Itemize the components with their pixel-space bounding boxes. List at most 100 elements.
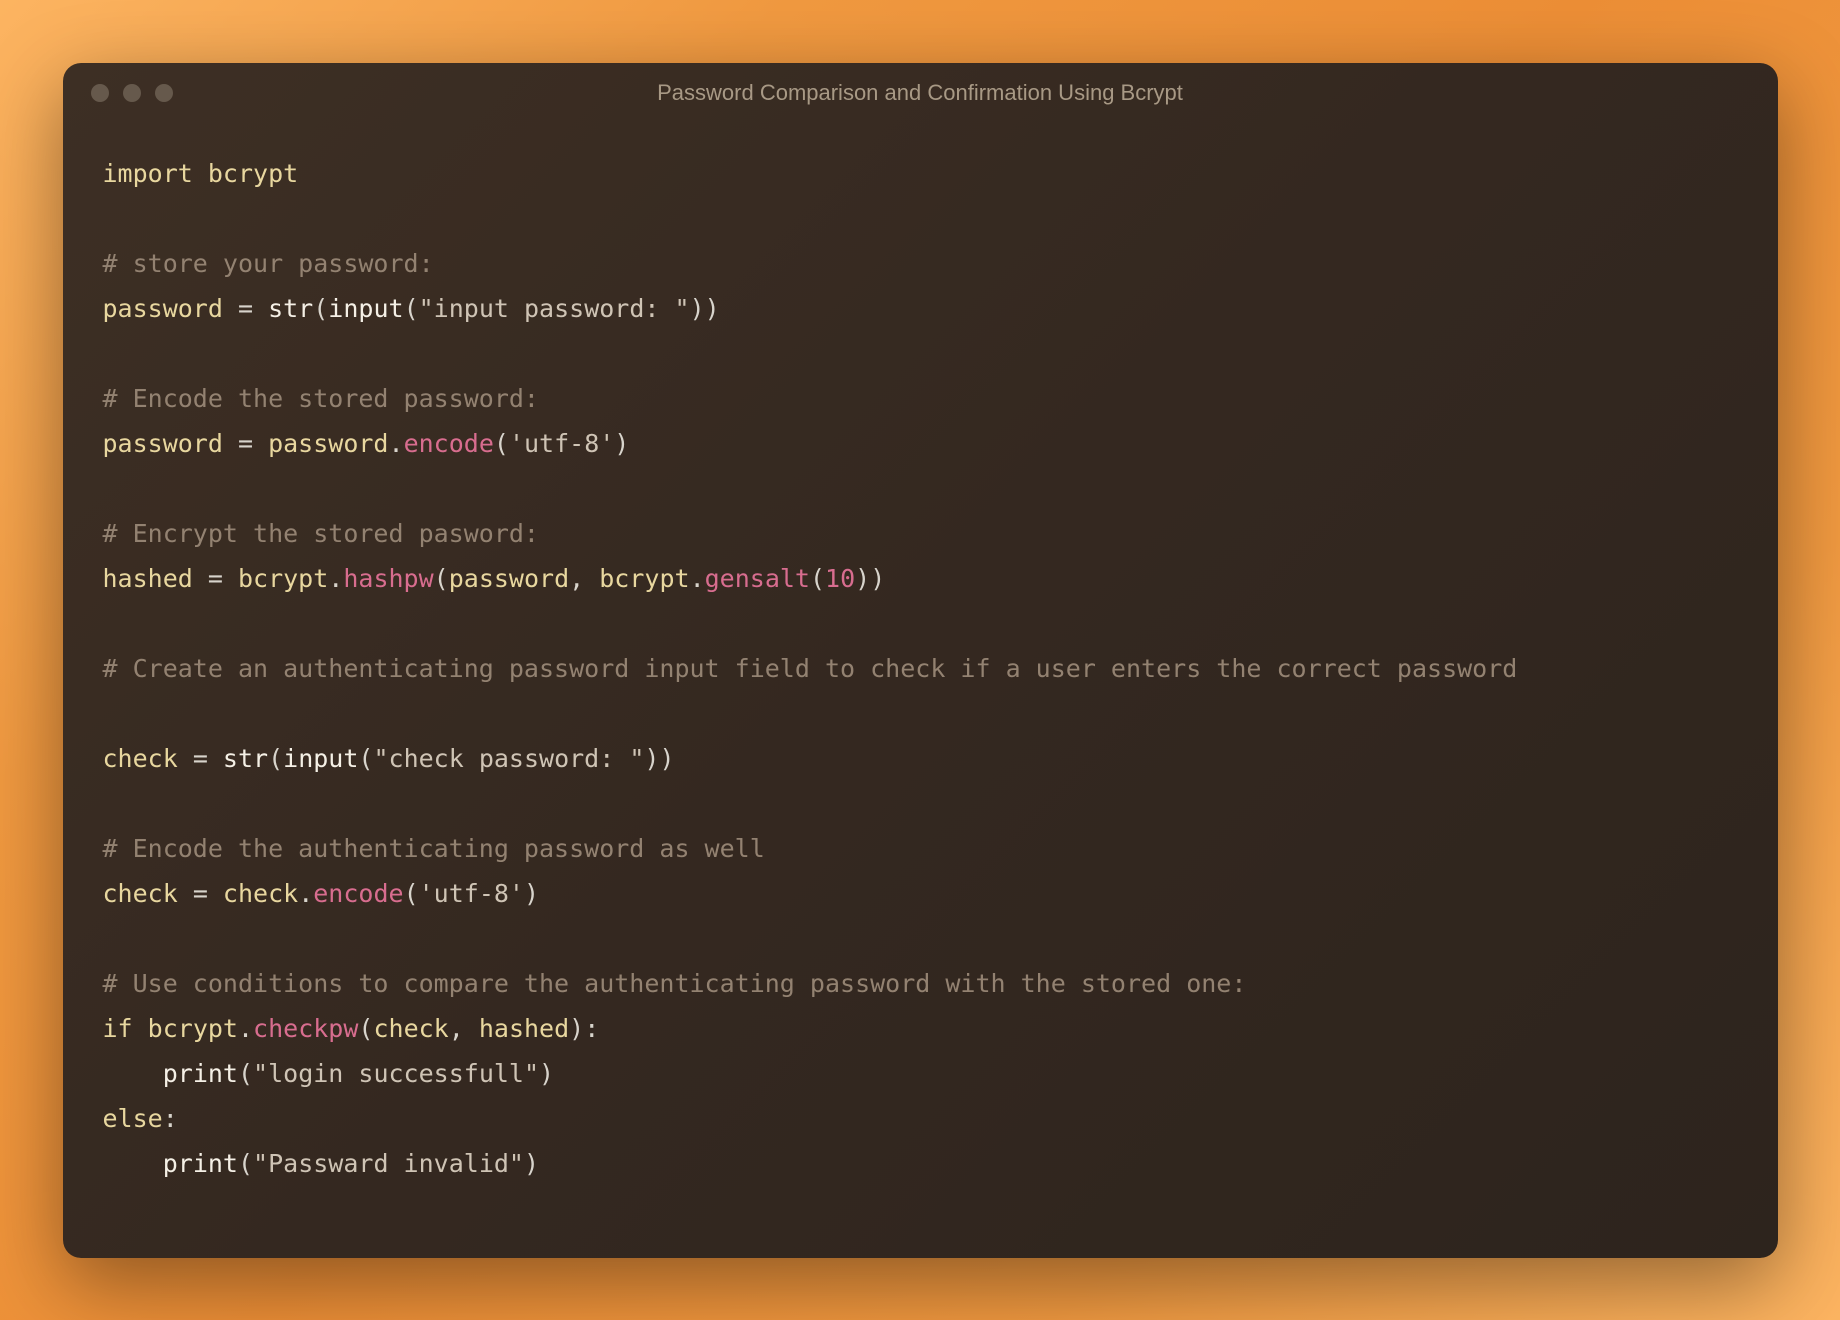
paren: ( xyxy=(238,1059,253,1088)
colon: : xyxy=(584,1014,599,1043)
variable: check xyxy=(373,1014,448,1043)
builtin-fn: print xyxy=(163,1059,238,1088)
string-literal: 'utf-8' xyxy=(419,879,524,908)
blank-line xyxy=(103,466,1738,511)
method-call: encode xyxy=(404,429,494,458)
comment: # Encrypt the stored pasword: xyxy=(103,519,540,548)
code-line: hashed = bcrypt.hashpw(password, bcrypt.… xyxy=(103,556,1738,601)
number-literal: 10 xyxy=(825,564,855,593)
code-line: check = check.encode('utf-8') xyxy=(103,871,1738,916)
code-line: password = str(input("input password: ")… xyxy=(103,286,1738,331)
blank-line xyxy=(103,196,1738,241)
code-line: # Encode the authenticating password as … xyxy=(103,826,1738,871)
paren: ( xyxy=(268,744,283,773)
code-line: # Use conditions to compare the authenti… xyxy=(103,961,1738,1006)
builtin-fn: input xyxy=(328,294,403,323)
paren: ( xyxy=(358,1014,373,1043)
indent xyxy=(103,1059,163,1088)
comma: , xyxy=(569,564,599,593)
comment: # Encode the stored password: xyxy=(103,384,540,413)
titlebar: Password Comparison and Confirmation Usi… xyxy=(63,63,1778,123)
paren: ) xyxy=(524,879,539,908)
code-line: password = password.encode('utf-8') xyxy=(103,421,1738,466)
comma: , xyxy=(449,1014,479,1043)
indent xyxy=(103,1149,163,1178)
method-call: checkpw xyxy=(253,1014,358,1043)
string-literal: "login successfull" xyxy=(253,1059,539,1088)
variable: password xyxy=(103,294,223,323)
blank-line xyxy=(103,916,1738,961)
builtin-fn: str xyxy=(223,744,268,773)
comment: # Use conditions to compare the authenti… xyxy=(103,969,1247,998)
string-literal: 'utf-8' xyxy=(509,429,614,458)
paren: ( xyxy=(404,294,419,323)
minimize-button[interactable] xyxy=(123,84,141,102)
operator: = xyxy=(193,564,238,593)
builtin-fn: str xyxy=(268,294,313,323)
code-line: print("login successfull") xyxy=(103,1051,1738,1096)
blank-line xyxy=(103,781,1738,826)
code-line: print("Passward invalid") xyxy=(103,1141,1738,1186)
paren: ( xyxy=(358,744,373,773)
paren: ( xyxy=(494,429,509,458)
variable: check xyxy=(103,879,178,908)
paren: ) xyxy=(614,429,629,458)
code-line: else: xyxy=(103,1096,1738,1141)
method-call: hashpw xyxy=(343,564,433,593)
keyword-else: else xyxy=(103,1104,163,1133)
variable: password xyxy=(103,429,223,458)
paren: ( xyxy=(313,294,328,323)
method-call: encode xyxy=(313,879,403,908)
window-title: Password Comparison and Confirmation Usi… xyxy=(657,80,1183,106)
variable: check xyxy=(223,879,298,908)
maximize-button[interactable] xyxy=(155,84,173,102)
colon: : xyxy=(163,1104,178,1133)
code-editor[interactable]: import bcrypt # store your password: pas… xyxy=(63,123,1778,1258)
paren: ( xyxy=(434,564,449,593)
paren: )) xyxy=(690,294,720,323)
dot: . xyxy=(238,1014,253,1043)
operator: = xyxy=(178,744,223,773)
paren: ( xyxy=(404,879,419,908)
variable: password xyxy=(268,429,388,458)
comment: # Create an authenticating password inpu… xyxy=(103,654,1518,683)
code-window: Password Comparison and Confirmation Usi… xyxy=(63,63,1778,1258)
blank-line xyxy=(103,691,1738,736)
paren: ) xyxy=(569,1014,584,1043)
paren: ( xyxy=(810,564,825,593)
module-ref: bcrypt xyxy=(238,564,328,593)
string-literal: "input password: " xyxy=(419,294,690,323)
operator: = xyxy=(178,879,223,908)
string-literal: "check password: " xyxy=(373,744,644,773)
code-line: if bcrypt.checkpw(check, hashed): xyxy=(103,1006,1738,1051)
close-button[interactable] xyxy=(91,84,109,102)
dot: . xyxy=(298,879,313,908)
builtin-fn: print xyxy=(163,1149,238,1178)
comment: # store your password: xyxy=(103,249,434,278)
code-line: # Create an authenticating password inpu… xyxy=(103,646,1738,691)
dot: . xyxy=(690,564,705,593)
module-ref: bcrypt xyxy=(599,564,689,593)
module-ref: bcrypt xyxy=(148,1014,238,1043)
paren: )) xyxy=(855,564,885,593)
builtin-fn: input xyxy=(283,744,358,773)
blank-line xyxy=(103,601,1738,646)
paren: ( xyxy=(238,1149,253,1178)
code-line: check = str(input("check password: ")) xyxy=(103,736,1738,781)
blank-line xyxy=(103,331,1738,376)
keyword-import: import xyxy=(103,159,193,188)
string-literal: "Passward invalid" xyxy=(253,1149,524,1178)
space xyxy=(193,159,208,188)
space xyxy=(133,1014,148,1043)
dot: . xyxy=(328,564,343,593)
traffic-lights xyxy=(91,84,173,102)
code-line: # store your password: xyxy=(103,241,1738,286)
code-line: import bcrypt xyxy=(103,151,1738,196)
variable: hashed xyxy=(479,1014,569,1043)
code-line: # Encrypt the stored pasword: xyxy=(103,511,1738,556)
keyword-if: if xyxy=(103,1014,133,1043)
code-line: # Encode the stored password: xyxy=(103,376,1738,421)
method-call: gensalt xyxy=(705,564,810,593)
paren: )) xyxy=(644,744,674,773)
module-name: bcrypt xyxy=(208,159,298,188)
